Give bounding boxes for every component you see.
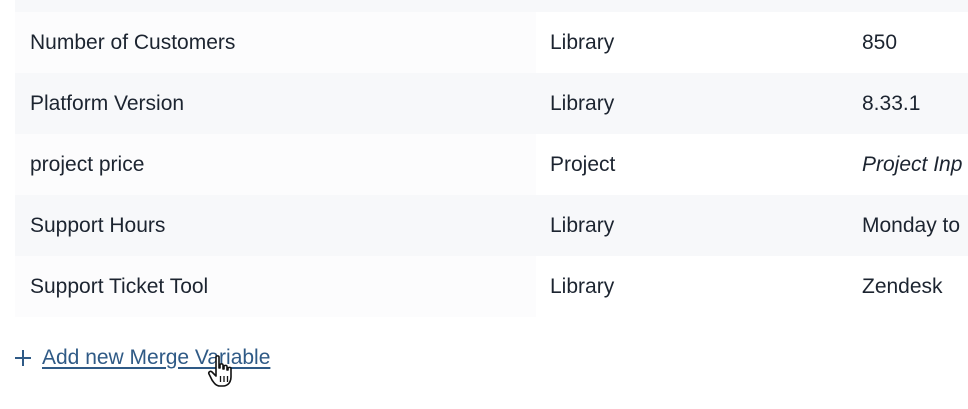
add-merge-variable-link[interactable]: Add new Merge Variable (42, 346, 270, 370)
plus-icon (13, 348, 33, 368)
variable-name-cell (15, 0, 536, 12)
variable-type-cell: Library (536, 195, 848, 256)
variable-type-cell: Library (536, 256, 848, 317)
hand-pointer-cursor-icon (207, 355, 232, 387)
table-row[interactable]: Number of Customers Library 850 (15, 12, 968, 73)
variable-value-cell: Zendesk (848, 256, 968, 317)
table-row[interactable]: Support Hours Library Monday to (15, 195, 968, 256)
variable-type-cell: Project (536, 134, 848, 195)
table-row[interactable]: Platform Version Library 8.33.1 (15, 73, 968, 134)
merge-variables-table: Number of Customers Library 850 Platform… (15, 0, 968, 317)
variable-type-cell (536, 0, 848, 12)
variable-name-cell: Support Ticket Tool (15, 256, 536, 317)
variable-value-cell: 850 (848, 12, 968, 73)
variable-name-cell: project price (15, 134, 536, 195)
variable-name-cell: Support Hours (15, 195, 536, 256)
variable-value-cell: Monday to (848, 195, 968, 256)
variable-type-cell: Library (536, 73, 848, 134)
merge-variables-page: Number of Customers Library 850 Platform… (0, 0, 968, 409)
table-row[interactable]: project price Project Project Inp (15, 134, 968, 195)
variable-name-cell: Platform Version (15, 73, 536, 134)
variable-type-cell: Library (536, 12, 848, 73)
variable-value-cell (848, 0, 968, 12)
table-row[interactable] (15, 0, 968, 12)
variable-name-cell: Number of Customers (15, 12, 536, 73)
variable-value-cell: 8.33.1 (848, 73, 968, 134)
table-row[interactable]: Support Ticket Tool Library Zendesk (15, 256, 968, 317)
variable-value-cell: Project Inp (848, 134, 968, 195)
